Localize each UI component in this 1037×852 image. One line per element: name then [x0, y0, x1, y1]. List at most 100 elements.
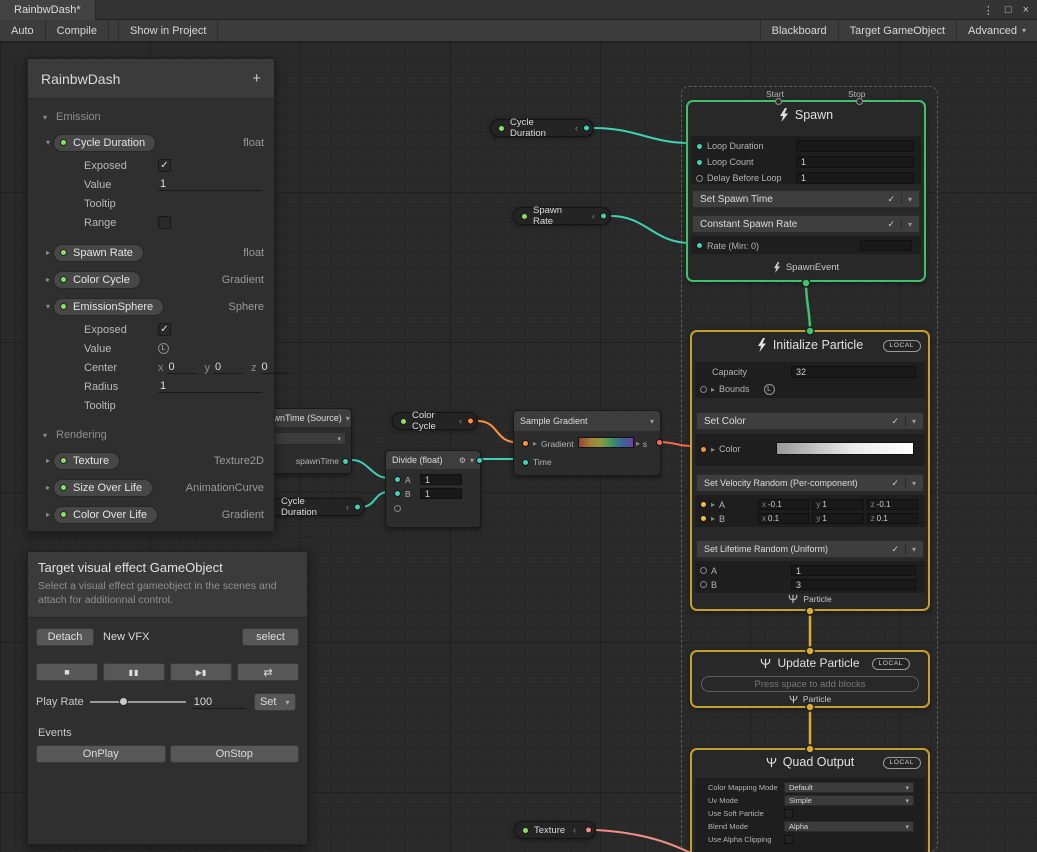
center-z-field[interactable]: 0 — [260, 361, 290, 374]
loop-duration-field[interactable] — [796, 140, 914, 152]
spawn-stop-port[interactable] — [856, 98, 863, 105]
fold-closed-icon[interactable]: ▸ — [43, 248, 53, 257]
link-icon[interactable]: L — [764, 384, 775, 395]
use-alpha-clipping-checkbox[interactable] — [784, 835, 793, 844]
collapse-chevron-icon[interactable]: ‹ — [592, 211, 595, 221]
loop-count-port[interactable] — [696, 159, 703, 166]
step-button[interactable]: ▶▮ — [170, 663, 232, 681]
check-icon[interactable]: ✓ — [887, 194, 895, 205]
spawntime-output-port[interactable] — [342, 458, 349, 465]
param-cycle-duration-bottom[interactable]: Cycle Duration ‹ — [261, 498, 365, 516]
section-rendering[interactable]: ▾ Rendering — [28, 423, 274, 447]
exposed-checkbox[interactable]: ✓ — [158, 159, 171, 172]
lifetime-b-field[interactable]: 3 — [791, 579, 916, 590]
delay-before-loop-port[interactable] — [696, 175, 703, 182]
collapse-chevron-icon[interactable]: ‹ — [346, 502, 349, 512]
divide-a-field[interactable]: 1 — [420, 474, 462, 485]
lifetime-a-field[interactable]: 1 — [791, 565, 916, 576]
bounds-port[interactable] — [700, 386, 707, 393]
check-icon[interactable]: ✓ — [891, 416, 899, 427]
auto-button[interactable]: Auto — [0, 20, 46, 41]
gradient-preview[interactable] — [578, 437, 634, 448]
loop-duration-port[interactable] — [696, 143, 703, 150]
range-checkbox[interactable] — [158, 216, 171, 229]
set-velocity-random-block[interactable]: Set Velocity Random (Per-component) ✓▾ — [696, 474, 924, 492]
blend-mode-dropdown[interactable]: Alpha▾ — [784, 821, 914, 832]
compile-button[interactable]: Compile — [46, 20, 109, 41]
spawn-start-port[interactable] — [775, 98, 782, 105]
update-particle-node[interactable]: Update Particle LOCAL Press space to add… — [690, 650, 930, 708]
stop-button[interactable]: ■ — [36, 663, 98, 681]
chevron-down-icon[interactable]: ▾ — [650, 417, 654, 426]
param-row-size-over-life[interactable]: ▸ Size Over Life AnimationCurve — [28, 474, 274, 501]
exposed-checkbox[interactable]: ✓ — [158, 323, 171, 336]
set-color-block[interactable]: Set Color ✓▾ — [696, 412, 924, 430]
param-cycle-duration-top[interactable]: Cycle Duration ‹ — [490, 119, 594, 137]
center-x-field[interactable]: 0 — [167, 361, 197, 374]
param-row-color-over-life[interactable]: ▸ Color Over Life Gradient — [28, 501, 274, 528]
delay-field[interactable]: 1 — [796, 172, 914, 184]
select-button[interactable]: select — [242, 628, 299, 646]
check-icon[interactable]: ✓ — [891, 478, 899, 489]
color-cycle-pill[interactable]: Color Cycle — [53, 271, 141, 289]
velocity-b-port[interactable] — [700, 515, 707, 522]
expand-icon[interactable]: ▸ — [711, 385, 715, 394]
velocity-a-port[interactable] — [700, 501, 707, 508]
vel-b-y-field[interactable]: y1 — [812, 513, 863, 524]
vel-a-y-field[interactable]: y1 — [812, 499, 863, 510]
fold-open-icon[interactable]: ▾ — [40, 113, 50, 122]
section-emission[interactable]: ▾ Emission — [28, 105, 274, 129]
divide-b-field[interactable]: 1 — [420, 488, 462, 499]
window-close-icon[interactable]: × — [1023, 4, 1029, 16]
vel-a-z-field[interactable]: z-0.1 — [867, 499, 918, 510]
set-lifetime-random-block[interactable]: Set Lifetime Random (Uniform) ✓▾ — [696, 540, 924, 558]
sample-gradient-output-port[interactable] — [656, 439, 663, 446]
divide-a-port[interactable] — [394, 476, 401, 483]
color-mapping-mode-dropdown[interactable]: Default▾ — [784, 782, 914, 793]
param-row-cycle-duration[interactable]: ▾ Cycle Duration float — [28, 129, 274, 156]
play-rate-slider[interactable] — [90, 695, 186, 709]
link-icon[interactable]: L — [158, 343, 169, 354]
texture-pill[interactable]: Texture — [53, 452, 120, 470]
expand-icon[interactable]: ▸ — [711, 514, 715, 523]
onstop-button[interactable]: OnStop — [170, 745, 300, 763]
capacity-field[interactable]: 32 — [791, 366, 916, 378]
chevron-down-icon[interactable]: ▾ — [912, 545, 916, 554]
vel-b-x-field[interactable]: x0.1 — [758, 513, 809, 524]
vel-b-z-field[interactable]: z0.1 — [867, 513, 918, 524]
show-in-project-button[interactable]: Show in Project — [118, 20, 218, 41]
param-spawn-rate[interactable]: Spawn Rate ‹ — [513, 207, 611, 225]
collapse-chevron-icon[interactable]: ‹ — [575, 123, 578, 133]
chevron-down-icon[interactable]: ▾ — [908, 220, 912, 229]
param-texture[interactable]: Texture ‹ — [514, 821, 596, 839]
collapse-chevron-icon[interactable]: ‹ — [459, 416, 462, 426]
quad-output-node[interactable]: Quad Output LOCAL Color Mapping Mode Def… — [690, 748, 930, 852]
initialize-particle-node[interactable]: Initialize Particle LOCAL Capacity 32 ▸ … — [690, 330, 930, 611]
pause-button[interactable]: ▮▮ — [103, 663, 165, 681]
param-output-port[interactable] — [600, 213, 607, 220]
divide-node[interactable]: Divide (float) ⚙ ▾ A 1 B 1 — [385, 450, 481, 528]
color-over-life-pill[interactable]: Color Over Life — [53, 506, 158, 524]
value-field[interactable]: 1 — [158, 178, 262, 191]
divide-extra-port[interactable] — [394, 505, 401, 512]
check-icon[interactable]: ✓ — [891, 544, 899, 555]
uv-mode-dropdown[interactable]: Simple▾ — [784, 795, 914, 806]
param-color-cycle[interactable]: Color Cycle ‹ — [392, 412, 478, 430]
add-parameter-button[interactable]: + — [252, 70, 261, 87]
set-button[interactable]: Set▾ — [254, 693, 296, 711]
param-row-texture[interactable]: ▸ Texture Texture2D — [28, 447, 274, 474]
detach-button[interactable]: Detach — [36, 628, 94, 646]
fold-open-icon[interactable]: ▾ — [40, 431, 50, 440]
vel-a-x-field[interactable]: x-0.1 — [758, 499, 809, 510]
chevron-down-icon[interactable]: ▾ — [346, 414, 350, 423]
center-y-field[interactable]: 0 — [213, 361, 243, 374]
onplay-button[interactable]: OnPlay — [36, 745, 166, 763]
lifetime-a-port[interactable] — [700, 567, 707, 574]
slider-thumb[interactable] — [119, 697, 128, 706]
play-rate-field[interactable]: 100 — [192, 696, 246, 709]
window-menu-icon[interactable]: ⋮ — [983, 4, 994, 17]
use-soft-particle-checkbox[interactable] — [784, 809, 793, 818]
time-input-port[interactable] — [522, 459, 529, 466]
expand-icon[interactable]: ▸ — [711, 500, 715, 509]
chevron-down-icon[interactable]: ▾ — [908, 195, 912, 204]
